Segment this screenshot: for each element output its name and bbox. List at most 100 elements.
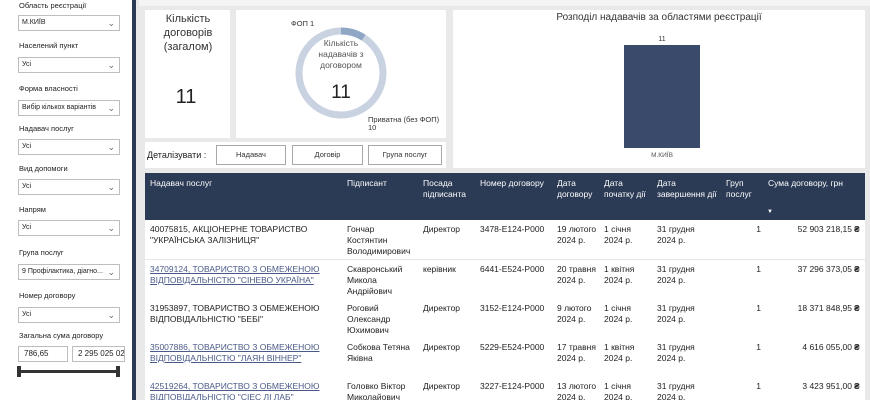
chevron-down-icon: ⌄ — [107, 310, 115, 320]
contracts-table: Надавач послуг Підписант Посада підписан… — [145, 173, 865, 400]
groups-cell-text: 1 — [756, 303, 761, 313]
table-row[interactable]: 31953897, ТОВАРИСТВО З ОБМЕЖЕНОЮ ВІДПОВІ… — [145, 299, 865, 339]
col-position[interactable]: Посада підписанта — [423, 178, 471, 200]
range-slider-min-handle[interactable] — [17, 366, 21, 377]
donut-label-private: Приватна (без ФОП) — [368, 115, 440, 124]
filter-dropdown[interactable]: Усі ⌄ — [18, 57, 120, 73]
provider-cell[interactable]: 42519264, ТОВАРИСТВО З ОБМЕЖЕНОЮ ВІДПОВІ… — [150, 381, 338, 400]
kpi-value: 11 — [175, 86, 197, 108]
contract-number-cell-text: 3227-E124-P000 — [480, 381, 545, 391]
start-date-cell-text: 1 квітня 2024 р. — [604, 342, 635, 363]
bar-mark[interactable] — [624, 45, 700, 148]
start-date-cell-text: 1 січня 2024 р. — [604, 303, 633, 324]
end-date-cell: 31 грудня 2024 р. — [657, 224, 707, 246]
position-cell-text: Директор — [423, 342, 461, 352]
sort-desc-icon[interactable]: ▼ — [767, 209, 773, 215]
end-date-cell-text: 31 грудня 2024 р. — [657, 342, 695, 363]
filter-dropdown[interactable]: Усі ⌄ — [18, 139, 120, 155]
groups-cell-text: 1 — [756, 224, 761, 234]
detail-label: Деталізувати : — [147, 150, 207, 160]
start-date-cell: 1 квітня 2024 р. — [604, 342, 648, 364]
filter-label: Загальна сума договору — [19, 331, 104, 340]
range-slider-track[interactable] — [19, 370, 119, 373]
end-date-cell: 31 грудня 2024 р. — [657, 342, 707, 364]
groups-cell-text: 1 — [756, 264, 761, 274]
col-groups[interactable]: Груп послуг — [726, 178, 760, 200]
col-end[interactable]: Дата завершення дії — [657, 178, 717, 200]
detail-contract-button[interactable]: Договір — [292, 145, 363, 165]
table-row[interactable]: 34709124, ТОВАРИСТВО З ОБМЕЖЕНОЮ ВІДПОВІ… — [145, 260, 865, 300]
currency-icon: ₴ — [854, 224, 860, 234]
filter-value: Усі — [22, 224, 32, 231]
chevron-down-icon: ⌄ — [107, 223, 115, 233]
col-sum[interactable]: Сума договору, грн — [768, 178, 843, 189]
sum-cell-text: 3 423 951,00 — [802, 381, 852, 391]
contract-date-cell-text: 13 лютого 2024 р. — [557, 381, 597, 400]
groups-cell-text: 1 — [756, 342, 761, 352]
currency-icon: ₴ — [854, 264, 860, 274]
detail-provider-button[interactable]: Надавач — [216, 145, 286, 165]
contract-number-cell-text: 6441-E524-P000 — [480, 264, 545, 274]
bar-category-label: М.КИЇВ — [651, 151, 673, 159]
col-provider[interactable]: Надавач послуг — [150, 178, 212, 189]
provider-cell-text[interactable]: 42519264, ТОВАРИСТВО З ОБМЕЖЕНОЮ ВІДПОВІ… — [150, 381, 320, 400]
report-top-strip — [139, 0, 870, 6]
groups-cell: 1 — [735, 342, 761, 353]
signer-cell-text: Головко Віктор Миколайович — [347, 381, 406, 400]
end-date-cell-text: 31 грудня 2024 р. — [657, 264, 695, 285]
kpi-title: Кількість договорів (загалом) — [163, 13, 213, 53]
filter-dropdown[interactable]: Усі ⌄ — [18, 220, 120, 236]
filter-dropdown[interactable]: М.КИЇВ ⌄ — [18, 15, 120, 31]
end-date-cell: 31 грудня 2024 р. — [657, 381, 707, 400]
bar-chart[interactable]: 11 М.КИЇВ — [453, 26, 865, 168]
table-row[interactable]: 42519264, ТОВАРИСТВО З ОБМЕЖЕНОЮ ВІДПОВІ… — [145, 377, 865, 400]
sum-cell: 37 296 373,05 — [767, 264, 852, 275]
donut-slice-0[interactable] — [340, 27, 366, 41]
col-start[interactable]: Дата початку дії — [604, 178, 646, 200]
bar-data-label: 11 — [658, 36, 665, 43]
provider-cell[interactable]: 34709124, ТОВАРИСТВО З ОБМЕЖЕНОЮ ВІДПОВІ… — [150, 264, 338, 286]
donut-center-label: Кількість надавачів з договором — [318, 38, 364, 70]
range-slider-max-handle[interactable] — [116, 366, 120, 377]
provider-cell-text[interactable]: 35007886, ТОВАРИСТВО З ОБМЕЖЕНОЮ ВІДПОВІ… — [150, 342, 320, 363]
filter-label: Напрям — [19, 205, 46, 214]
col-signer[interactable]: Підписант — [347, 178, 387, 189]
position-cell: Директор — [423, 342, 460, 353]
provider-cell-text: 40075815, АКЦІОНЕРНЕ ТОВАРИСТВО "УКРАЇНС… — [150, 224, 308, 245]
position-cell-text: Директор — [423, 224, 461, 234]
groups-cell-text: 1 — [756, 381, 761, 391]
detail-service-group-button[interactable]: Група послуг — [368, 145, 442, 165]
filter-value: Усі — [22, 61, 32, 68]
sidebar-divider — [132, 0, 136, 400]
position-cell-text: Директор — [423, 381, 461, 391]
contract-number-cell: 3478-E124-P000 — [480, 224, 544, 235]
contract-number-cell-text: 3152-E124-P000 — [480, 303, 545, 313]
col-number[interactable]: Номер договору — [480, 178, 544, 189]
provider-cell-text[interactable]: 34709124, ТОВАРИСТВО З ОБМЕЖЕНОЮ ВІДПОВІ… — [150, 264, 320, 285]
end-date-cell: 31 грудня 2024 р. — [657, 303, 707, 325]
currency-icon: ₴ — [854, 342, 860, 352]
sum-cell-text: 4 616 055,00 — [802, 342, 852, 352]
filter-dropdown[interactable]: Усі ⌄ — [18, 179, 120, 195]
provider-cell-text: 31953897, ТОВАРИСТВО З ОБМЕЖЕНОЮ ВІДПОВІ… — [150, 303, 320, 324]
col-date[interactable]: Дата договору — [557, 178, 595, 200]
start-date-cell: 1 січня 2024 р. — [604, 303, 648, 325]
filter-dropdown[interactable]: Усі ⌄ — [18, 307, 120, 323]
signer-cell: Гончар Костянтин Володимирович — [347, 224, 417, 257]
signer-cell: Собкова Тетяна Яківна — [347, 342, 417, 364]
range-min-input[interactable]: 786,65 — [18, 346, 68, 362]
position-cell: Директор — [423, 381, 460, 392]
sum-cell-text: 52 903 218,15 — [797, 224, 852, 234]
table-row[interactable]: 35007886, ТОВАРИСТВО З ОБМЕЖЕНОЮ ВІДПОВІ… — [145, 338, 865, 378]
provider-cell[interactable]: 35007886, ТОВАРИСТВО З ОБМЕЖЕНОЮ ВІДПОВІ… — [150, 342, 338, 364]
contract-date-cell-text: 17 травня 2024 р. — [557, 342, 596, 363]
chevron-down-icon: ⌄ — [107, 142, 115, 152]
range-max-input[interactable]: 2 295 025 02 — [72, 346, 125, 362]
filter-dropdown[interactable]: 9 Профілактика, діагно... ⌄ — [18, 264, 120, 280]
table-row[interactable]: 40075815, АКЦІОНЕРНЕ ТОВАРИСТВО "УКРАЇНС… — [145, 220, 865, 260]
sum-cell-text: 37 296 373,05 — [797, 264, 852, 274]
filter-value: Усі — [22, 183, 32, 190]
contract-date-cell-text: 9 лютого 2024 р. — [557, 303, 592, 324]
donut-chart[interactable] — [293, 20, 389, 130]
filter-dropdown[interactable]: Вибір кількох варіантів ⌄ — [18, 100, 120, 116]
